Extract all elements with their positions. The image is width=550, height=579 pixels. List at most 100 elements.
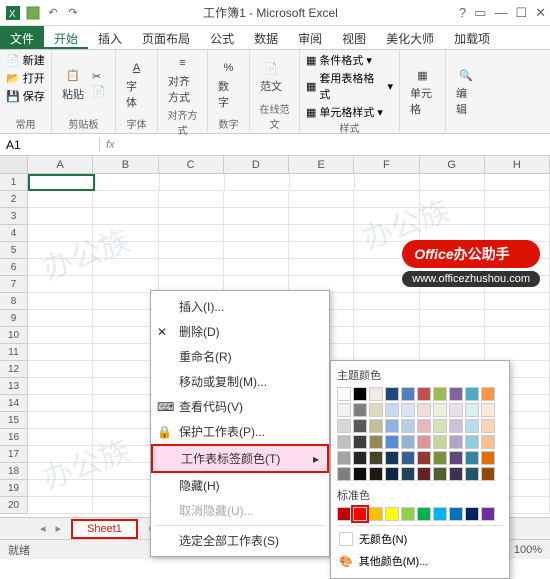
cell[interactable] — [28, 429, 93, 446]
color-swatch[interactable] — [417, 467, 431, 481]
cell[interactable] — [354, 327, 419, 344]
scroll-right-icon[interactable]: ▸ — [56, 522, 62, 535]
cell[interactable] — [93, 378, 158, 395]
cell[interactable] — [28, 242, 93, 259]
color-swatch[interactable] — [369, 507, 383, 521]
cell[interactable] — [28, 463, 93, 480]
color-swatch[interactable] — [369, 387, 383, 401]
quick-save[interactable]: 💾 保存 — [6, 88, 45, 104]
tab-insert[interactable]: 插入 — [88, 26, 132, 49]
color-swatch[interactable] — [433, 419, 447, 433]
cell[interactable] — [28, 208, 93, 225]
cell[interactable] — [93, 395, 158, 412]
col-header[interactable]: A — [28, 156, 93, 173]
col-header[interactable]: F — [354, 156, 419, 173]
tab-addin[interactable]: 加载项 — [444, 26, 500, 49]
scroll-left-icon[interactable]: ◂ — [40, 522, 46, 535]
color-swatch[interactable] — [369, 435, 383, 449]
color-swatch[interactable] — [369, 451, 383, 465]
color-swatch[interactable] — [385, 467, 399, 481]
ctx-move[interactable]: 移动或复制(M)... — [151, 369, 329, 394]
cell[interactable] — [224, 225, 289, 242]
help-icon[interactable]: ? — [459, 5, 466, 21]
cell[interactable] — [28, 174, 95, 191]
row-header[interactable]: 14 — [0, 395, 28, 412]
color-swatch[interactable] — [481, 387, 495, 401]
cell[interactable] — [93, 463, 158, 480]
redo-icon[interactable]: ↷ — [64, 4, 82, 22]
cell[interactable] — [290, 174, 355, 191]
color-swatch[interactable] — [369, 467, 383, 481]
color-swatch[interactable] — [433, 435, 447, 449]
cell[interactable] — [420, 344, 485, 361]
col-header[interactable]: C — [159, 156, 224, 173]
row-header[interactable]: 13 — [0, 378, 28, 395]
cell[interactable] — [28, 259, 93, 276]
cell[interactable] — [225, 174, 290, 191]
ctx-insert[interactable]: 插入(I)... — [151, 294, 329, 319]
color-swatch[interactable] — [353, 403, 367, 417]
cell[interactable] — [354, 191, 419, 208]
cell[interactable] — [354, 344, 419, 361]
cell[interactable] — [420, 191, 485, 208]
row-header[interactable]: 7 — [0, 276, 28, 293]
cell[interactable] — [28, 310, 93, 327]
cell[interactable] — [355, 174, 420, 191]
ctx-delete[interactable]: ✕删除(D) — [151, 319, 329, 344]
color-swatch[interactable] — [353, 435, 367, 449]
color-swatch[interactable] — [433, 467, 447, 481]
color-swatch[interactable] — [337, 467, 351, 481]
ctx-tabcolor[interactable]: 工作表标签颜色(T)▸ — [151, 444, 329, 473]
cell[interactable] — [28, 497, 93, 514]
undo-icon[interactable]: ↶ — [44, 4, 62, 22]
cell-style[interactable]: ▦ 单元格样式 ▾ — [306, 104, 393, 120]
color-swatch[interactable] — [465, 507, 479, 521]
col-header[interactable]: D — [224, 156, 289, 173]
cells-button[interactable]: ▦单元格 — [406, 64, 439, 119]
cell[interactable] — [28, 191, 93, 208]
cell[interactable] — [289, 242, 354, 259]
cell[interactable] — [485, 310, 550, 327]
cell[interactable] — [485, 191, 550, 208]
minimize-icon[interactable]: — — [494, 5, 507, 21]
cell[interactable] — [354, 293, 419, 310]
paste-button[interactable]: 📋 粘贴 — [58, 65, 88, 104]
cell[interactable] — [224, 242, 289, 259]
row-header[interactable]: 10 — [0, 327, 28, 344]
color-swatch[interactable] — [353, 387, 367, 401]
cell[interactable] — [420, 327, 485, 344]
cell[interactable] — [354, 310, 419, 327]
ctx-selectall[interactable]: 选定全部工作表(S) — [151, 528, 329, 553]
select-all-corner[interactable] — [0, 156, 28, 173]
color-swatch[interactable] — [401, 403, 415, 417]
align-button[interactable]: ≡对齐方式 — [164, 52, 201, 107]
row-header[interactable]: 11 — [0, 344, 28, 361]
row-header[interactable]: 3 — [0, 208, 28, 225]
color-swatch[interactable] — [481, 419, 495, 433]
color-swatch[interactable] — [481, 467, 495, 481]
color-swatch[interactable] — [385, 419, 399, 433]
cell[interactable] — [485, 327, 550, 344]
font-button[interactable]: A字体 — [122, 57, 151, 112]
cell[interactable] — [28, 412, 93, 429]
zoom-value[interactable]: 100% — [514, 544, 542, 556]
color-swatch[interactable] — [465, 435, 479, 449]
color-swatch[interactable] — [401, 451, 415, 465]
tab-beauty[interactable]: 美化大师 — [376, 26, 444, 49]
cell[interactable] — [485, 344, 550, 361]
color-swatch[interactable] — [385, 403, 399, 417]
color-swatch[interactable] — [353, 507, 367, 521]
cell[interactable] — [289, 208, 354, 225]
color-swatch[interactable] — [449, 419, 463, 433]
color-swatch[interactable] — [481, 507, 495, 521]
row-header[interactable]: 19 — [0, 480, 28, 497]
cell[interactable] — [289, 259, 354, 276]
cell[interactable] — [28, 293, 93, 310]
row-header[interactable]: 4 — [0, 225, 28, 242]
cell[interactable] — [159, 191, 224, 208]
color-swatch[interactable] — [449, 435, 463, 449]
cell[interactable] — [93, 208, 158, 225]
color-swatch[interactable] — [369, 403, 383, 417]
col-header[interactable]: H — [485, 156, 550, 173]
color-swatch[interactable] — [417, 435, 431, 449]
